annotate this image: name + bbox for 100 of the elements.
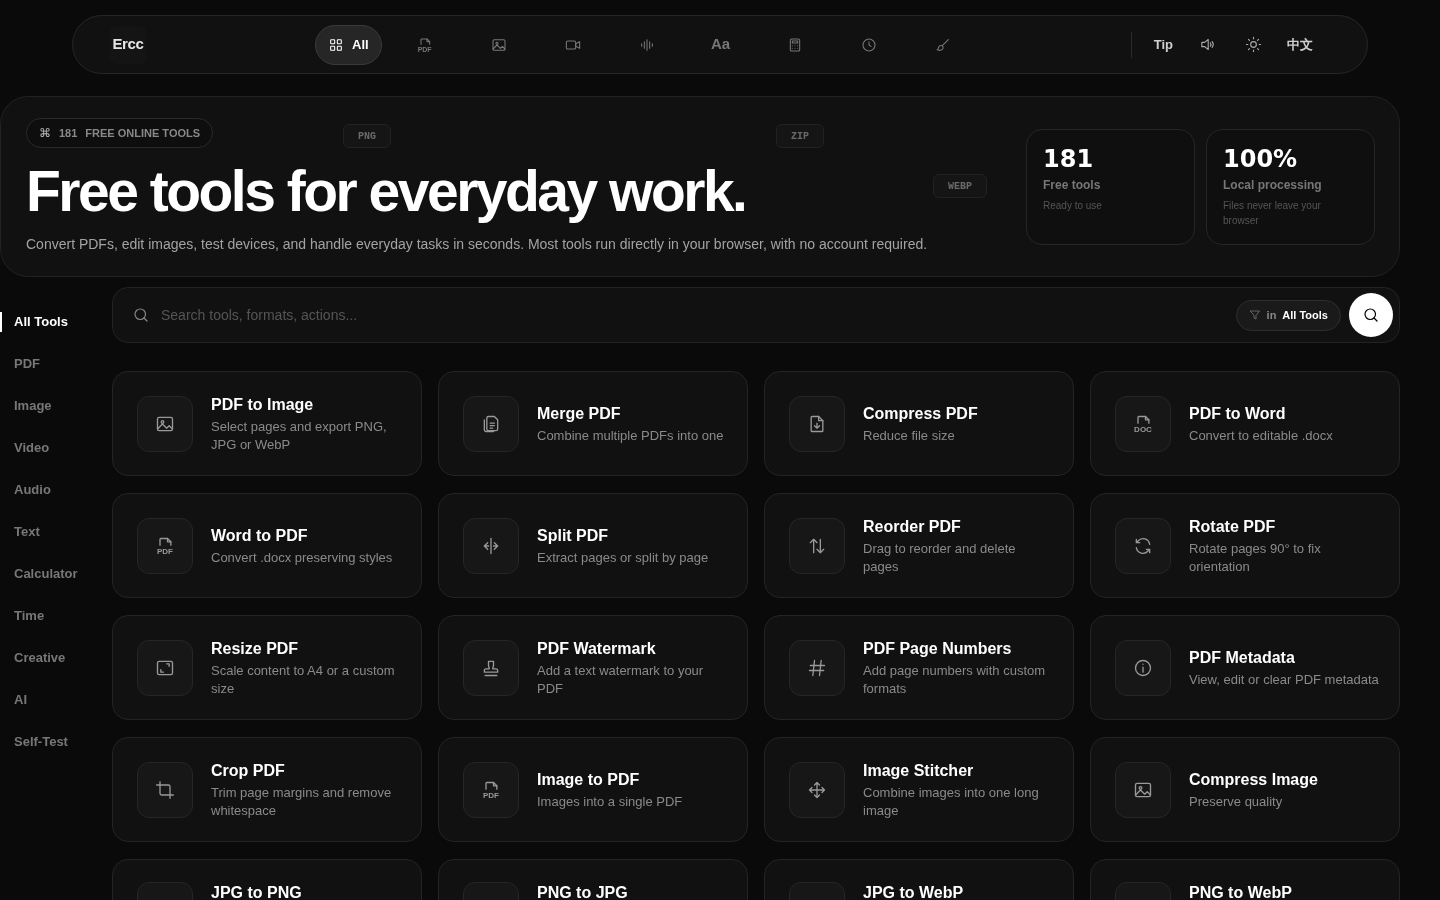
tool-title: Split PDF xyxy=(537,525,610,546)
stat-value: 100% xyxy=(1223,144,1299,174)
tool-title: Resize PDF xyxy=(211,638,300,659)
sidebar-item[interactable]: Calculator xyxy=(0,564,100,584)
sidebar-item[interactable]: Text xyxy=(0,522,100,542)
tool-card[interactable]: PDF Word to PDF Convert .docx preserving styles xyxy=(112,493,422,598)
move-arrows-icon xyxy=(807,779,827,800)
sidebar-item[interactable]: Image xyxy=(0,396,100,416)
image-icon xyxy=(490,36,507,53)
tool-title: Reorder PDF xyxy=(863,516,962,537)
sidebar-item[interactable]: Audio xyxy=(0,480,100,500)
tool-description: Add a text watermark to your PDF xyxy=(537,661,705,698)
badge-label: FREE ONLINE TOOLS xyxy=(85,125,201,141)
tool-card[interactable]: PDF Metadata View, edit or clear PDF metadata xyxy=(1090,615,1400,720)
sun-icon xyxy=(1244,36,1262,53)
tool-title: JPG to WebP xyxy=(863,883,965,900)
tool-description: Extract pages or split by page xyxy=(537,548,710,567)
tool-description: Convert to editable .docx xyxy=(1189,426,1334,445)
tool-description: Select pages and export PNG, JPG or WebP xyxy=(211,417,388,454)
stat-value: 181 xyxy=(1043,144,1095,174)
tool-card[interactable]: Image Stitcher Combine images into one long image xyxy=(764,737,1074,842)
tool-title: Merge PDF xyxy=(537,403,622,424)
tool-card[interactable]: JPG to WebP xyxy=(764,859,1074,900)
tool-card[interactable]: Crop PDF Trim page margins and remove whitespace xyxy=(112,737,422,842)
documents-icon xyxy=(481,413,501,434)
brush-icon xyxy=(934,36,951,53)
hero-subtitle: Convert PDFs, edit images, test devices, and handle everyday tasks in seconds. Most tools run directly in your browser, with no account required. xyxy=(26,235,928,254)
tool-description: Scale content to A4 or a custom size xyxy=(211,661,396,698)
tool-count: 181 xyxy=(59,125,78,141)
tool-title: PDF to Word xyxy=(1189,403,1287,424)
sidebar-item[interactable]: Video xyxy=(0,438,100,458)
tool-description: Drag to reorder and delete pages xyxy=(863,539,1017,576)
floating-format-tag: PNG xyxy=(343,124,391,148)
sound-wave-icon xyxy=(638,36,655,53)
search-bar[interactable]: Search tools, formats, actions... in All Tools xyxy=(112,287,1400,343)
tool-description: Preserve quality xyxy=(1189,792,1284,811)
crop-icon xyxy=(155,779,175,800)
nav-text-button[interactable]: 中文 xyxy=(1277,26,1323,63)
tool-title: PNG to JPG xyxy=(537,883,629,900)
sidebar-item[interactable]: AI xyxy=(0,690,100,710)
tool-card[interactable]: PDF Watermark Add a text watermark to your PDF xyxy=(438,615,748,720)
hash-icon xyxy=(807,657,827,678)
tool-card[interactable]: Compress PDF Reduce file size xyxy=(764,371,1074,476)
stat-note: Files never leave your browser xyxy=(1223,199,1322,228)
clock-icon xyxy=(860,36,877,53)
tool-title: JPG to PNG xyxy=(211,883,303,900)
info-icon xyxy=(1133,657,1153,678)
tool-card[interactable]: JPG to PNG xyxy=(112,859,422,900)
stat-label: Free tools xyxy=(1043,177,1102,194)
tool-description: Add page numbers with custom formats xyxy=(863,661,1047,698)
tool-description: Rotate pages 90° to fix orientation xyxy=(1189,539,1322,576)
text-format-icon: Aa xyxy=(711,33,731,56)
tool-title: Image Stitcher xyxy=(863,760,975,781)
tool-description: Trim page margins and remove whitespace xyxy=(211,783,393,820)
speaker-icon xyxy=(1198,36,1216,53)
tool-card[interactable]: PDF Page Numbers Add page numbers with custom formats xyxy=(764,615,1074,720)
tool-card[interactable]: PNG to JPG xyxy=(438,859,748,900)
command-icon: ⌘ xyxy=(39,124,51,142)
tool-title: Rotate PDF xyxy=(1189,516,1277,537)
tool-title: PNG to WebP xyxy=(1189,883,1293,900)
tool-card[interactable]: DOC PDF to Word Convert to editable .docx xyxy=(1090,371,1400,476)
nav-icon-button[interactable]: Aa xyxy=(689,24,752,65)
tool-title: PDF Page Numbers xyxy=(863,638,1013,659)
tool-description: Reduce file size xyxy=(863,426,956,445)
tool-card[interactable]: Compress Image Preserve quality xyxy=(1090,737,1400,842)
tool-title: PDF Watermark xyxy=(537,638,657,659)
tool-title: PDF Metadata xyxy=(1189,647,1296,668)
search-icon xyxy=(132,306,150,324)
tool-description: Convert .docx preserving styles xyxy=(211,548,394,567)
floating-format-tag: WEBP xyxy=(933,174,987,198)
tool-card[interactable]: Merge PDF Combine multiple PDFs into one xyxy=(438,371,748,476)
scope-filter-button[interactable]: in All Tools xyxy=(1235,299,1341,331)
tool-description: View, edit or clear PDF metadata xyxy=(1189,670,1379,689)
rotate-icon xyxy=(1133,535,1153,556)
split-icon xyxy=(481,535,501,556)
nav-text-button[interactable]: Tip xyxy=(1143,26,1183,63)
tool-card[interactable]: Split PDF Extract pages or split by page xyxy=(438,493,748,598)
sidebar-item[interactable]: Time xyxy=(0,606,100,626)
tool-card[interactable]: Resize PDF Scale content to A4 or a custom size xyxy=(112,615,422,720)
tool-card[interactable]: PDF to Image Select pages and export PNG, JPG or WebP xyxy=(112,371,422,476)
sidebar-item[interactable]: All Tools xyxy=(0,312,100,332)
tool-card[interactable]: PDF Image to PDF Images into a single PDF xyxy=(438,737,748,842)
tool-card[interactable]: Reorder PDF Drag to reorder and delete pages xyxy=(764,493,1074,598)
floating-format-tag: ZIP xyxy=(776,124,824,148)
search-icon xyxy=(1362,306,1380,324)
tool-description: Combine multiple PDFs into one xyxy=(537,426,725,445)
sidebar-item[interactable]: Self-Test xyxy=(0,732,100,752)
grid-icon xyxy=(328,36,344,53)
filter-icon xyxy=(1248,309,1261,321)
sidebar-item[interactable]: Creative xyxy=(0,648,100,668)
tool-description: Images into a single PDF xyxy=(537,792,684,811)
stat-note: Ready to use xyxy=(1043,199,1103,213)
tool-description: Combine images into one long image xyxy=(863,783,1040,820)
tool-card[interactable]: PNG to WebP xyxy=(1090,859,1400,900)
tool-title: Crop PDF xyxy=(211,760,286,781)
search-button[interactable] xyxy=(1349,293,1393,337)
tool-card[interactable]: Rotate PDF Rotate pages 90° to fix orientation xyxy=(1090,493,1400,598)
tool-title: Word to PDF xyxy=(211,525,309,546)
nav-tab[interactable]: All xyxy=(315,24,382,65)
sidebar-item[interactable]: PDF xyxy=(0,354,100,374)
